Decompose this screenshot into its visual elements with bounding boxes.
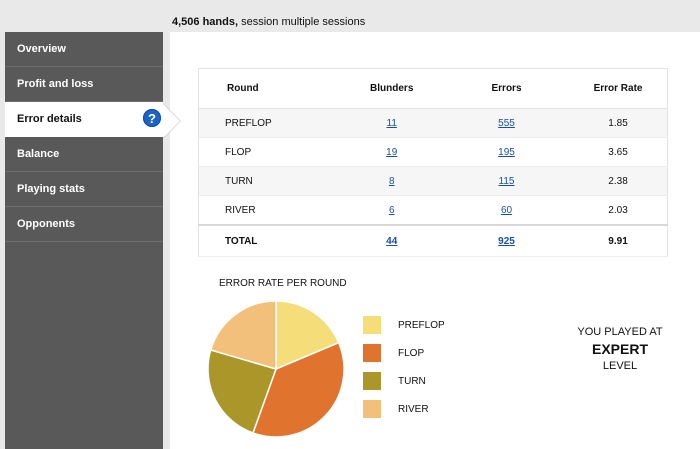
blunders-cell: 19	[339, 137, 444, 167]
sidebar-item-label: Profit and loss	[17, 78, 94, 90]
errors-cell: 195	[443, 137, 570, 167]
errors-cell: 115	[443, 166, 570, 196]
legend-label: RIVER	[398, 404, 429, 415]
blunders-cell: 44	[339, 224, 444, 257]
errors-cell: 60	[443, 195, 570, 226]
legend-item-river: RIVER	[363, 400, 513, 420]
error-rate-pie-chart	[207, 300, 345, 438]
legend-item-flop: FLOP	[363, 344, 513, 364]
legend-item-preflop: PREFLOP	[363, 316, 513, 336]
blunders-cell: 6	[339, 195, 444, 226]
legend-swatch	[363, 316, 381, 334]
sidebar-item-playing-stats[interactable]: Playing stats	[5, 172, 163, 207]
sidebar-item-label: Balance	[17, 148, 60, 160]
blunders-link[interactable]: 44	[386, 236, 397, 247]
table-row: PREFLOP 11 555 1.85	[198, 108, 668, 138]
active-item-pointer-fill	[163, 104, 180, 138]
round-cell: TOTAL	[198, 224, 340, 257]
verdict-line-1: YOU PLAYED AT	[577, 326, 663, 338]
sidebar-item-error-details[interactable]: Error details ?	[5, 102, 163, 137]
round-cell: RIVER	[198, 195, 340, 226]
skill-verdict: YOU PLAYED AT EXPERT LEVEL	[565, 325, 675, 374]
chart-title: ERROR RATE PER ROUND	[219, 278, 347, 289]
error-rate-cell: 2.03	[569, 195, 668, 226]
sidebar-nav: Overview Profit and loss Error details ?…	[5, 32, 163, 449]
column-header-round: Round	[198, 68, 340, 109]
errors-link[interactable]: 195	[498, 147, 515, 158]
error-rate-cell: 2.38	[569, 166, 668, 196]
round-cell: FLOP	[198, 137, 340, 167]
legend-label: PREFLOP	[398, 320, 445, 331]
errors-link[interactable]: 555	[498, 118, 515, 129]
error-rate-cell: 3.65	[569, 137, 668, 167]
legend-label: FLOP	[398, 348, 425, 359]
error-stats-table: Round Blunders Errors Error Rate PREFLOP…	[198, 68, 668, 257]
sidebar-item-profit-and-loss[interactable]: Profit and loss	[5, 67, 163, 102]
sidebar-item-overview[interactable]: Overview	[5, 32, 163, 67]
legend-swatch	[363, 372, 381, 390]
blunders-cell: 8	[339, 166, 444, 196]
sidebar-item-label: Opponents	[17, 218, 76, 230]
blunders-link[interactable]: 19	[386, 147, 397, 158]
round-cell: TURN	[198, 166, 340, 196]
sidebar-item-balance[interactable]: Balance	[5, 137, 163, 172]
errors-link[interactable]: 925	[498, 236, 515, 247]
verdict-line-3: LEVEL	[602, 360, 638, 372]
table-header-row: Round Blunders Errors Error Rate	[198, 68, 668, 109]
blunders-link[interactable]: 6	[389, 205, 395, 216]
session-summary: 4,506 hands, session multiple sessions	[172, 16, 365, 30]
table-row: RIVER 6 60 2.03	[198, 195, 668, 226]
table-row: FLOP 19 195 3.65	[198, 137, 668, 167]
error-rate-cell: 1.85	[569, 108, 668, 138]
column-header-blunders: Blunders	[339, 68, 444, 109]
error-rate-cell: 9.91	[569, 224, 668, 257]
column-header-error-rate: Error Rate	[569, 68, 668, 109]
main-panel: Round Blunders Errors Error Rate PREFLOP…	[170, 32, 700, 449]
table-total-row: TOTAL 44 925 9.91	[198, 224, 668, 257]
sidebar-item-opponents[interactable]: Opponents	[5, 207, 163, 242]
legend-label: TURN	[398, 376, 426, 387]
blunders-link[interactable]: 11	[387, 118, 397, 129]
column-header-errors: Errors	[443, 68, 570, 109]
blunders-link[interactable]: 8	[389, 176, 395, 187]
sidebar-item-label: Playing stats	[17, 183, 85, 195]
sidebar-item-label: Error details	[17, 113, 82, 125]
sidebar-item-label: Overview	[17, 43, 66, 55]
round-cell: PREFLOP	[198, 108, 340, 138]
table-row: TURN 8 115 2.38	[198, 166, 668, 196]
errors-link[interactable]: 60	[501, 205, 512, 216]
hands-count: 4,506 hands,	[172, 16, 239, 28]
legend-swatch	[363, 400, 381, 418]
session-label: session multiple sessions	[238, 16, 366, 28]
errors-cell: 555	[443, 108, 570, 138]
help-icon[interactable]: ?	[143, 109, 161, 127]
errors-link[interactable]: 115	[499, 176, 515, 187]
errors-cell: 925	[443, 224, 570, 257]
legend-item-turn: TURN	[363, 372, 513, 392]
blunders-cell: 11	[339, 108, 444, 138]
legend-swatch	[363, 344, 381, 362]
verdict-level: EXPERT	[591, 341, 648, 357]
